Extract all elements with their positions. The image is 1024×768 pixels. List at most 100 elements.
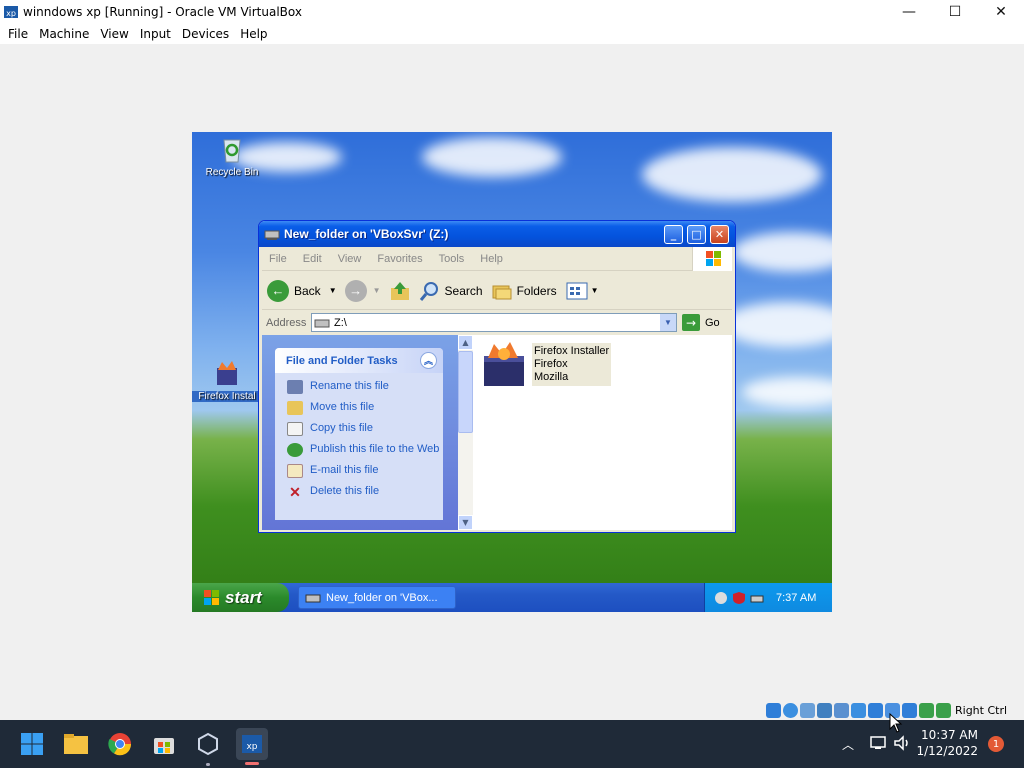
keyboard-capture-icon[interactable] (936, 702, 951, 718)
start-label: start (225, 587, 262, 607)
go-arrow-icon: → (682, 314, 700, 331)
xp-menu-view[interactable]: View (338, 253, 362, 265)
xp-maximize-button[interactable]: □ (687, 225, 706, 244)
xp-menu-help[interactable]: Help (480, 253, 503, 265)
mouse-integration-icon[interactable] (919, 702, 934, 718)
vbox-tray-icon[interactable] (714, 591, 728, 605)
task-rename[interactable]: Rename this file (287, 380, 443, 394)
file-company: Mozilla (534, 371, 569, 383)
explorer-title-bar[interactable]: New_folder on 'VBoxSvr' (Z:) _ □ ✕ (259, 221, 735, 247)
guest-desktop[interactable]: Recycle Bin Firefox Instal New_folder on… (192, 132, 832, 612)
task-pane: File and Folder Tasks ︽ Rename this file… (262, 335, 458, 530)
xp-menu-file[interactable]: File (269, 253, 287, 265)
xp-taskbar: start New_folder on 'VBox... 7:37 AM (192, 583, 832, 612)
task-email[interactable]: E-mail this file (287, 464, 443, 478)
clock-date: 1/12/2022 (916, 744, 978, 758)
menu-input[interactable]: Input (140, 27, 171, 41)
volume-icon[interactable] (893, 735, 911, 751)
up-folder-button[interactable] (389, 280, 411, 302)
go-button[interactable]: → Go (682, 314, 720, 331)
start-icon[interactable] (16, 728, 48, 760)
chevron-up-icon[interactable]: ︿ (842, 736, 854, 753)
explorer-menu-bar: File Edit View Favorites Tools Help (262, 247, 732, 271)
views-button[interactable]: ▼ (565, 280, 599, 302)
task-delete[interactable]: ✕ Delete this file (287, 485, 443, 499)
mouse-cursor-icon (889, 713, 903, 733)
explorer-title: New_folder on 'VBoxSvr' (Z:) (284, 227, 449, 241)
vm-window-icon[interactable]: xp (236, 728, 268, 765)
optical-drive-icon[interactable] (783, 702, 798, 718)
search-button[interactable]: Search (419, 280, 483, 302)
shared-folders-icon[interactable] (851, 702, 866, 718)
task-publish[interactable]: Publish this file to the Web (287, 443, 443, 457)
notification-badge[interactable]: 1 (988, 736, 1004, 752)
file-item-firefox-installer[interactable]: Firefox Installer Firefox Mozilla (482, 340, 612, 388)
host-key-label: Right Ctrl (955, 703, 1008, 717)
xp-minimize-button[interactable]: _ (664, 225, 683, 244)
forward-arrow-icon: → (344, 279, 367, 302)
firefox-installer-desktop-icon[interactable]: Firefox Instal (192, 358, 262, 402)
xp-menu-favorites[interactable]: Favorites (377, 253, 422, 265)
window-title: winndows xp [Running] - Oracle VM Virtua… (23, 4, 302, 19)
windows-logo-icon (692, 247, 732, 271)
copy-icon (287, 422, 303, 436)
minimize-button[interactable]: — (886, 0, 932, 23)
network-tray-icon[interactable] (750, 591, 764, 605)
clock-time: 10:37 AM (921, 728, 978, 742)
vt-x-icon[interactable] (902, 702, 917, 718)
task-pane-scrollbar[interactable]: ▲ ▼ (458, 335, 473, 530)
collapse-icon[interactable]: ︽ (420, 352, 437, 369)
task-copy[interactable]: Copy this file (287, 422, 443, 436)
close-button[interactable]: ✕ (978, 0, 1024, 23)
file-folder-tasks-panel: File and Folder Tasks ︽ Rename this file… (275, 348, 443, 520)
hard-disk-icon[interactable] (766, 702, 781, 718)
system-clock[interactable]: 10:37 AM 1/12/2022 (916, 727, 978, 759)
usb-icon[interactable] (834, 702, 849, 718)
xp-system-tray: 7:37 AM (704, 583, 832, 612)
rename-icon (287, 380, 303, 394)
store-icon[interactable] (148, 728, 180, 760)
scroll-thumb[interactable] (458, 351, 473, 433)
display-icon[interactable] (868, 702, 883, 718)
explorer-window[interactable]: New_folder on 'VBoxSvr' (Z:) _ □ ✕ File … (258, 220, 736, 533)
security-shield-icon[interactable] (732, 591, 746, 605)
file-list[interactable]: Firefox Installer Firefox Mozilla (474, 335, 732, 530)
back-button[interactable]: ← Back ▼ (267, 279, 337, 302)
network-icon[interactable] (817, 702, 832, 718)
address-value: Z:\ (334, 316, 347, 329)
xp-menu-edit[interactable]: Edit (303, 253, 322, 265)
tasks-header[interactable]: File and Folder Tasks ︽ (275, 348, 443, 373)
scroll-down-icon[interactable]: ▼ (458, 515, 473, 530)
xp-close-button[interactable]: ✕ (710, 225, 729, 244)
recycle-bin-label: Recycle Bin (205, 167, 259, 178)
drive-task-icon (305, 594, 321, 602)
scroll-up-icon[interactable]: ▲ (458, 335, 473, 350)
task-move[interactable]: Move this file (287, 401, 443, 415)
tasks-title: File and Folder Tasks (286, 354, 398, 367)
views-icon (566, 282, 588, 299)
address-dropdown-icon[interactable]: ▼ (660, 314, 676, 331)
menu-help[interactable]: Help (240, 27, 267, 41)
xp-clock[interactable]: 7:37 AM (776, 592, 816, 604)
folders-button[interactable]: Folders (491, 280, 557, 302)
maximize-button[interactable]: ☐ (932, 0, 978, 23)
forward-button[interactable]: → ▼ (344, 279, 381, 302)
start-button[interactable]: start (192, 583, 289, 612)
virtualbox-manager-icon[interactable] (192, 728, 224, 766)
file-explorer-icon[interactable] (60, 728, 92, 760)
menu-devices[interactable]: Devices (182, 27, 229, 41)
network-status-icon[interactable] (869, 735, 887, 751)
chrome-icon[interactable] (104, 728, 136, 760)
task-move-label: Move this file (310, 401, 375, 413)
explorer-toolbar: ← Back ▼ → ▼ Search Folders ▼ (262, 272, 732, 310)
address-input[interactable]: Z:\ ▼ (311, 313, 677, 332)
menu-machine[interactable]: Machine (39, 27, 89, 41)
windows-taskbar: xp ︿ 10:37 AM 1/12/2022 1 (0, 720, 1024, 768)
xp-menu-tools[interactable]: Tools (439, 253, 465, 265)
firefox-installer-file-icon (484, 342, 524, 386)
recycle-bin-desktop-icon[interactable]: Recycle Bin (194, 134, 270, 178)
menu-file[interactable]: File (8, 27, 28, 41)
audio-icon[interactable] (800, 702, 815, 718)
taskbar-explorer-button[interactable]: New_folder on 'VBox... (298, 586, 456, 609)
menu-view[interactable]: View (100, 27, 128, 41)
